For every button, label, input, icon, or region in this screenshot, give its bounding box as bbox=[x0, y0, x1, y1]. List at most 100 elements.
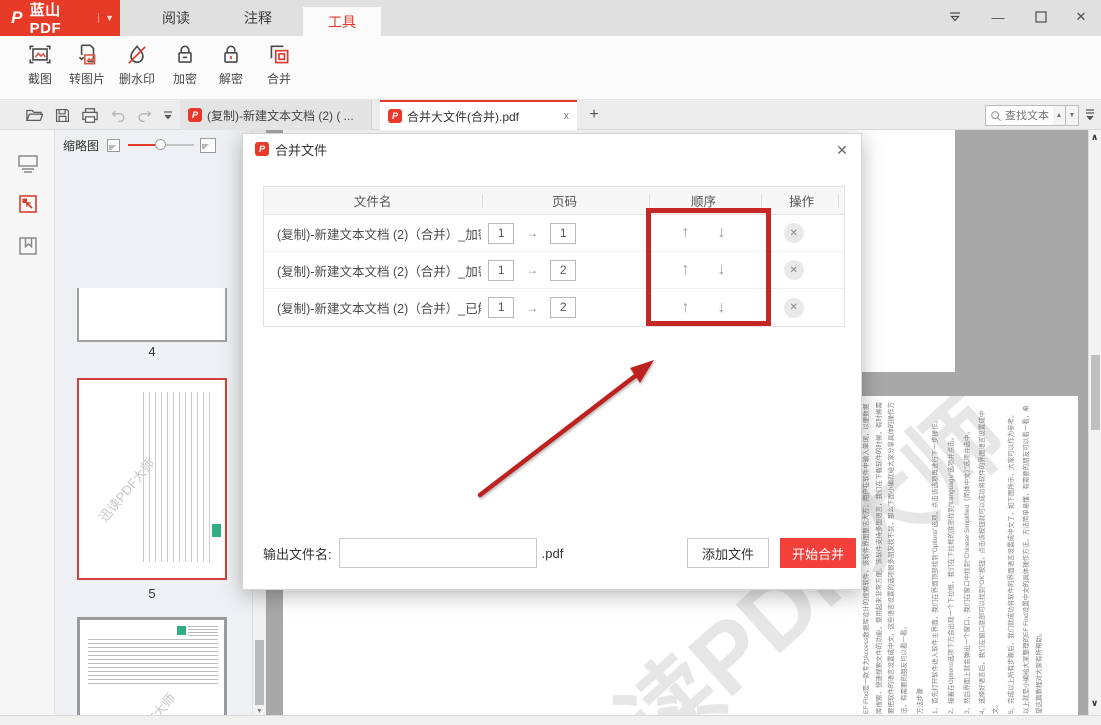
page-to-input[interactable]: 2 bbox=[550, 259, 577, 281]
thumbnail-panel-title: 缩略图 bbox=[63, 138, 100, 153]
zoom-out-thumbnail-icon[interactable] bbox=[107, 138, 121, 152]
file-name: (复制)-新建文本文档 (2)（合并）_加密 bbox=[277, 227, 482, 242]
annotation-arrow bbox=[477, 360, 654, 498]
scroll-down-icon[interactable]: ▼ bbox=[256, 708, 263, 715]
tab-close-icon[interactable]: x bbox=[564, 110, 570, 122]
dialog-close-icon[interactable]: ✕ bbox=[833, 141, 851, 159]
thumbnails-panel-icon[interactable] bbox=[16, 192, 40, 216]
page-from-input[interactable]: 1 bbox=[488, 222, 515, 244]
scroll-up-icon[interactable]: ∧ bbox=[1091, 132, 1098, 143]
thumbnail-size-slider[interactable] bbox=[128, 139, 195, 151]
save-icon[interactable] bbox=[52, 105, 72, 125]
header-pages: 页码 bbox=[551, 195, 577, 209]
quick-access-more-icon[interactable] bbox=[158, 105, 178, 125]
doc-tab-inactive[interactable]: P (复制)-新建文本文档 (2) ( ... bbox=[180, 100, 372, 130]
slider-knob[interactable] bbox=[155, 139, 167, 150]
lock-icon bbox=[172, 42, 198, 68]
doc-line: EF Find是一款专为Access数据库设计的搜索软件，该软件界面整洁大方，用… bbox=[863, 402, 909, 714]
page-number-label: 4 bbox=[148, 344, 156, 359]
main-scrollbar[interactable]: ∧ ∨ bbox=[1088, 130, 1101, 715]
green-logo-icon bbox=[177, 626, 186, 635]
thumbnail-page-4[interactable] bbox=[77, 288, 227, 342]
tool-screenshot[interactable]: 截图 bbox=[14, 42, 66, 96]
undo-icon[interactable] bbox=[108, 105, 128, 125]
print-icon[interactable] bbox=[80, 105, 100, 125]
maximize-button[interactable] bbox=[1028, 6, 1054, 28]
tool-encrypt[interactable]: 加密 bbox=[159, 42, 211, 96]
zoom-in-thumbnail-icon[interactable] bbox=[200, 137, 217, 153]
scroll-down-icon[interactable]: ∨ bbox=[1091, 698, 1098, 709]
tool-label: 截图 bbox=[27, 72, 52, 86]
tool-label: 加密 bbox=[172, 72, 197, 86]
status-bar bbox=[0, 715, 1101, 725]
page-to-input[interactable]: 1 bbox=[550, 222, 577, 244]
scrollbar-thumb[interactable] bbox=[255, 640, 264, 705]
reading-view-icon[interactable] bbox=[16, 152, 40, 176]
tool-remove-watermark[interactable]: 删水印 bbox=[111, 42, 163, 96]
header-action: 操作 bbox=[789, 195, 815, 209]
rotated-text-block: EF Find是一款专为Access数据库设计的搜索软件，该软件界面整洁大方，用… bbox=[861, 402, 1067, 714]
doc-line: 方法步骤 bbox=[916, 688, 924, 714]
tool-label: 转图片 bbox=[68, 72, 105, 86]
thumbnail-page-6[interactable]: 迅读PDF大师 水印 bbox=[77, 617, 227, 725]
scrollbar-thumb[interactable] bbox=[1090, 355, 1100, 430]
thumbnail-panel-header: 缩略图 bbox=[55, 130, 252, 160]
page-from-input[interactable]: 1 bbox=[488, 259, 515, 281]
collapse-ribbon-icon[interactable] bbox=[942, 6, 968, 28]
page-number-label: 5 bbox=[148, 586, 156, 601]
app-menu-button[interactable]: P 蓝山PDF ▼ bbox=[0, 0, 120, 37]
page-header-lines bbox=[188, 626, 218, 636]
ribbon-toolbar: 截图 转图片 删水印 加密 解密 合并 bbox=[0, 36, 1101, 100]
dialog-title: 合并文件 bbox=[275, 142, 328, 158]
find-prev-button[interactable]: ▲ bbox=[1053, 105, 1066, 126]
app-brand-name: 蓝山PDF bbox=[29, 2, 62, 37]
tab-read[interactable]: 阅读 bbox=[140, 0, 212, 36]
doc-line: 以上就是小编给大家整理的EF Find设置中文的具体操作方法，方法简单易懂，有需… bbox=[1023, 405, 1044, 714]
app-window: P 蓝山PDF ▼ 阅读 注释 工具 — ✕ 截图 转图片 删水印 加密 解密 … bbox=[0, 0, 1101, 725]
header-filename: 文件名 bbox=[353, 195, 392, 209]
doc-tab-title: (复制)-新建文本文档 (2) ( ... bbox=[207, 108, 354, 123]
tool-merge[interactable]: 合并 bbox=[253, 42, 305, 96]
tool-to-image[interactable]: 转图片 bbox=[61, 42, 113, 96]
new-tab-button[interactable]: + bbox=[584, 105, 604, 125]
tool-label: 合并 bbox=[266, 72, 291, 86]
pdf-file-icon: P bbox=[188, 108, 202, 122]
tab-annotate[interactable]: 注释 bbox=[222, 0, 294, 36]
thumbnail-page-5-selected[interactable]: 迅读PDF大师 bbox=[77, 378, 227, 580]
tab-tools[interactable]: 工具 bbox=[303, 7, 381, 36]
remove-file-button[interactable]: ✕ bbox=[783, 297, 804, 318]
unlock-icon bbox=[218, 42, 244, 68]
green-tag-icon bbox=[212, 524, 221, 537]
app-logo-icon: P bbox=[11, 8, 23, 27]
remove-watermark-icon bbox=[124, 42, 150, 68]
thumbnail-panel: 缩略图 4 迅读PDF大师 5 迅读PDF大师 水印 6 bbox=[55, 130, 252, 725]
start-merge-button[interactable]: 开始合并 bbox=[780, 538, 856, 568]
page-from-input[interactable]: 1 bbox=[488, 297, 515, 318]
output-filename-label: 输出文件名: bbox=[263, 546, 332, 562]
output-extension: .pdf bbox=[541, 545, 564, 561]
page-text-lines bbox=[143, 392, 215, 562]
search-icon bbox=[991, 110, 1002, 121]
doc-tab-active[interactable]: P 合并大文件(合并).pdf x bbox=[380, 100, 577, 130]
tool-decrypt[interactable]: 解密 bbox=[205, 42, 257, 96]
doc-tab-title: 合并大文件(合并).pdf bbox=[407, 109, 520, 124]
page-to-input[interactable]: 2 bbox=[550, 297, 577, 318]
close-button[interactable]: ✕ bbox=[1068, 6, 1094, 28]
find-next-button[interactable]: ▼ bbox=[1066, 105, 1079, 126]
output-filename-input[interactable] bbox=[338, 538, 537, 568]
minimize-button[interactable]: — bbox=[985, 6, 1011, 28]
chevron-down-icon[interactable]: ▼ bbox=[98, 13, 114, 23]
redo-icon[interactable] bbox=[134, 105, 154, 125]
find-options-icon[interactable] bbox=[1084, 108, 1098, 124]
screenshot-icon bbox=[27, 42, 53, 68]
open-file-icon[interactable] bbox=[24, 105, 44, 125]
remove-file-button[interactable]: ✕ bbox=[783, 223, 804, 243]
range-arrow-icon: → bbox=[526, 300, 539, 315]
convert-image-icon bbox=[74, 42, 100, 68]
add-file-button[interactable]: 添加文件 bbox=[687, 538, 769, 568]
range-arrow-icon: → bbox=[526, 226, 539, 240]
merge-icon bbox=[266, 42, 292, 68]
bookmarks-panel-icon[interactable] bbox=[16, 234, 40, 258]
annotation-highlight-rectangle bbox=[646, 208, 771, 326]
remove-file-button[interactable]: ✕ bbox=[783, 260, 804, 280]
